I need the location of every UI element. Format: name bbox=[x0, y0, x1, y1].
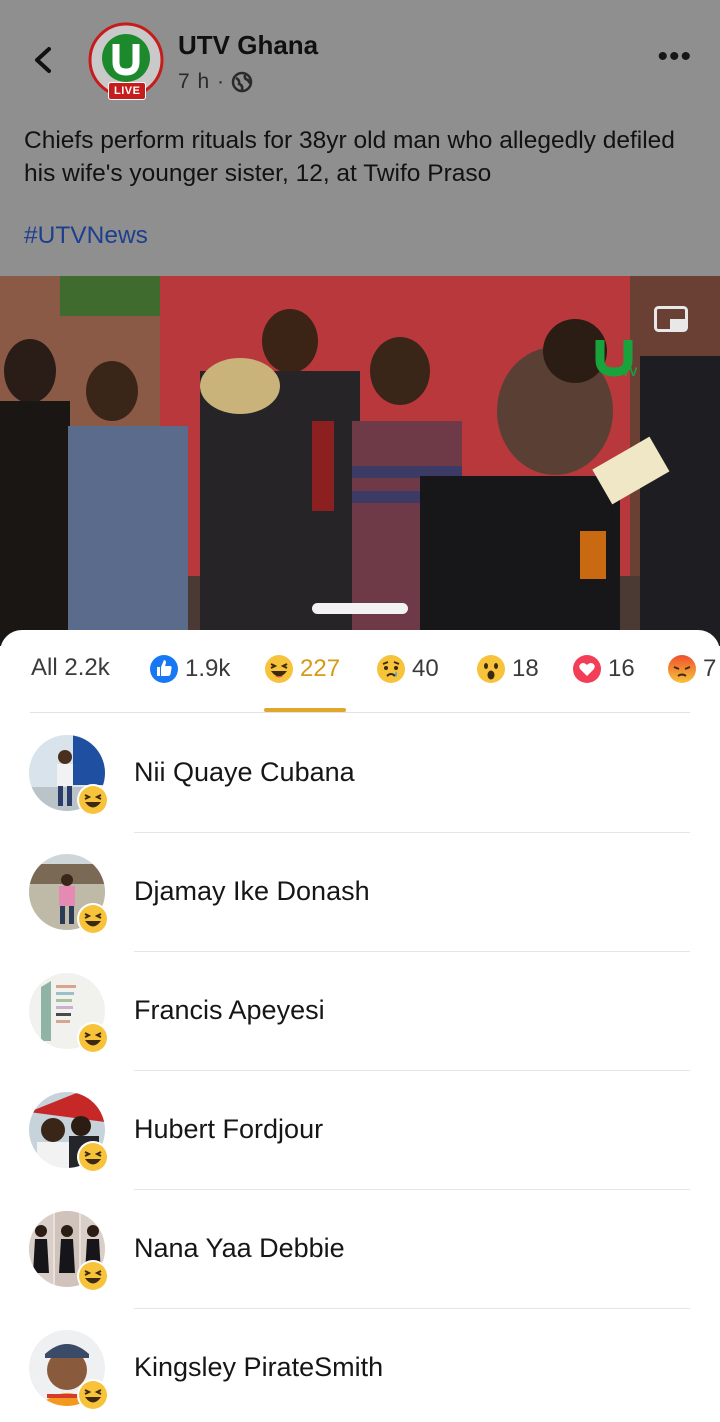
list-item[interactable]: Hubert Fordjour bbox=[0, 1071, 720, 1190]
tab-haha[interactable]: 227 bbox=[264, 654, 340, 684]
page-name[interactable]: UTV Ghana bbox=[178, 30, 318, 61]
list-item[interactable]: Kingsley PirateSmith bbox=[0, 1309, 720, 1422]
reactors-list: Nii Quaye Cubana Djamay Ike Donash Franc… bbox=[0, 714, 720, 1422]
reactions-sheet: All 2.2k 1.9k 227 40 18 16 7 Nii Quaye C… bbox=[0, 630, 720, 1422]
tab-angry[interactable]: 7 bbox=[667, 654, 716, 684]
tabs-divider bbox=[30, 712, 690, 713]
sad-icon bbox=[377, 655, 405, 683]
tab-sad[interactable]: 40 bbox=[376, 654, 439, 684]
tab-wow[interactable]: 18 bbox=[476, 654, 539, 684]
reactor-name[interactable]: Nana Yaa Debbie bbox=[134, 1233, 345, 1264]
haha-icon bbox=[77, 1022, 109, 1054]
post-video[interactable] bbox=[0, 276, 720, 646]
post-meta: 7 h · bbox=[178, 70, 253, 94]
haha-icon bbox=[77, 1260, 109, 1292]
haha-icon bbox=[77, 784, 109, 816]
angry-icon bbox=[668, 655, 696, 683]
post-header: LIVE UTV Ghana 7 h · ••• Chiefs perform … bbox=[0, 0, 720, 276]
haha-icon bbox=[265, 655, 293, 683]
list-item[interactable]: Francis Apeyesi bbox=[0, 952, 720, 1071]
back-icon[interactable] bbox=[24, 40, 64, 80]
live-badge: LIVE bbox=[108, 82, 147, 100]
like-icon bbox=[150, 655, 178, 683]
sheet-drag-handle[interactable] bbox=[312, 603, 408, 614]
haha-icon bbox=[77, 1141, 109, 1173]
haha-icon bbox=[77, 903, 109, 935]
list-item[interactable]: Djamay Ike Donash bbox=[0, 833, 720, 952]
hashtag-link[interactable]: #UTVNews bbox=[24, 222, 148, 250]
reactor-name[interactable]: Kingsley PirateSmith bbox=[134, 1352, 383, 1383]
reaction-tabs: All 2.2k 1.9k 227 40 18 16 7 bbox=[0, 630, 720, 714]
list-item[interactable]: Nana Yaa Debbie bbox=[0, 1190, 720, 1309]
reactor-name[interactable]: Hubert Fordjour bbox=[134, 1114, 323, 1145]
wow-icon bbox=[477, 655, 505, 683]
post-caption: Chiefs perform rituals for 38yr old man … bbox=[24, 127, 675, 187]
svg-text:TV: TV bbox=[622, 365, 637, 379]
tab-like[interactable]: 1.9k bbox=[149, 654, 230, 684]
reactor-name[interactable]: Nii Quaye Cubana bbox=[134, 757, 355, 788]
picture-in-picture-icon[interactable] bbox=[654, 306, 688, 336]
tab-love[interactable]: 16 bbox=[572, 654, 635, 684]
globe-icon bbox=[231, 71, 253, 93]
reactor-name[interactable]: Djamay Ike Donash bbox=[134, 876, 370, 907]
list-item[interactable]: Nii Quaye Cubana bbox=[0, 714, 720, 833]
love-icon bbox=[573, 655, 601, 683]
more-options-button[interactable]: ••• bbox=[657, 42, 692, 72]
post-time: 7 h · bbox=[178, 70, 226, 93]
channel-logo-icon: TV bbox=[595, 340, 637, 379]
haha-icon bbox=[77, 1379, 109, 1411]
tab-all[interactable]: All 2.2k bbox=[31, 654, 110, 682]
reactor-name[interactable]: Francis Apeyesi bbox=[134, 995, 325, 1026]
